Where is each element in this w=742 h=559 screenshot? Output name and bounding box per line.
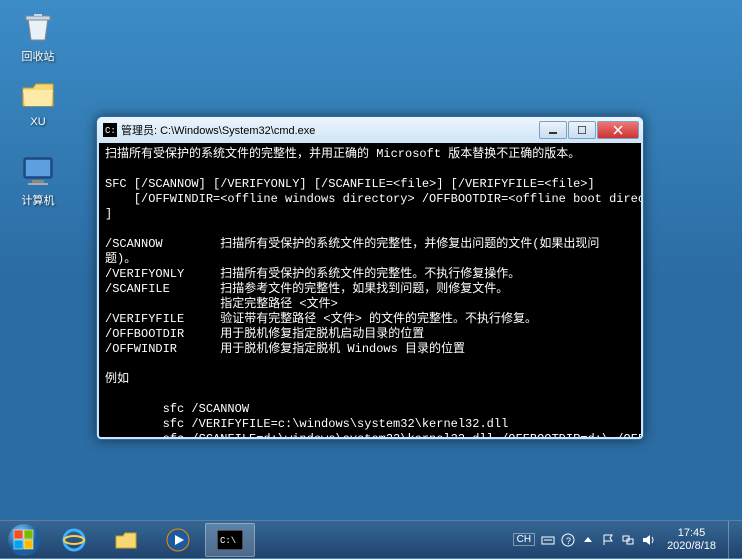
cmd-icon: C: <box>103 123 117 137</box>
media-player-icon <box>165 527 191 553</box>
tray-chevron-icon[interactable] <box>581 533 595 547</box>
taskbar-item-explorer[interactable] <box>101 523 151 557</box>
titlebar[interactable]: C: 管理员: C:\Windows\System32\cmd.exe <box>97 117 643 143</box>
close-button[interactable] <box>597 121 639 139</box>
speaker-icon[interactable] <box>641 533 655 547</box>
window-title: 管理员: C:\Windows\System32\cmd.exe <box>121 122 539 138</box>
svg-text:C:\: C:\ <box>220 536 236 546</box>
ime-indicator[interactable]: CH <box>513 533 535 546</box>
minimize-icon <box>549 126 557 134</box>
taskbar-item-cmd[interactable]: C:\ <box>205 523 255 557</box>
recycle-bin-icon <box>18 6 58 46</box>
desktop-icon-label: 计算机 <box>8 192 68 208</box>
minimize-button[interactable] <box>539 121 567 139</box>
ie-icon <box>61 527 87 553</box>
cmd-window: C: 管理员: C:\Windows\System32\cmd.exe 扫描所有… <box>96 116 644 440</box>
maximize-icon <box>578 126 586 134</box>
flag-icon[interactable] <box>601 533 615 547</box>
start-orb-icon <box>7 523 41 557</box>
maximize-button[interactable] <box>568 121 596 139</box>
clock[interactable]: 17:45 2020/8/18 <box>661 527 722 553</box>
desktop-icon-user-folder[interactable]: XU <box>8 74 68 128</box>
folder-icon <box>113 527 139 553</box>
keyboard-icon[interactable] <box>541 533 555 547</box>
console-output[interactable]: 扫描所有受保护的系统文件的完整性，并用正确的 Microsoft 版本替换不正确… <box>97 143 643 439</box>
system-tray: CH ? 17:45 2020/8/18 <box>509 521 742 559</box>
desktop-icon-recycle-bin[interactable]: 回收站 <box>8 6 68 64</box>
taskbar: C:\ CH ? 17:45 2020/8/18 <box>0 520 742 558</box>
desktop-icon-label: XU <box>8 116 68 128</box>
close-icon <box>613 125 623 135</box>
help-icon[interactable]: ? <box>561 533 575 547</box>
network-icon[interactable] <box>621 533 635 547</box>
folder-icon <box>18 74 58 114</box>
desktop-icon-computer[interactable]: 计算机 <box>8 150 68 208</box>
cmd-icon: C:\ <box>217 530 243 550</box>
taskbar-item-wmp[interactable] <box>153 523 203 557</box>
show-desktop-button[interactable] <box>728 521 738 559</box>
start-button[interactable] <box>0 521 48 559</box>
clock-time: 17:45 <box>667 527 716 540</box>
clock-date: 2020/8/18 <box>667 540 716 553</box>
computer-icon <box>18 150 58 190</box>
svg-text:C:: C: <box>105 126 116 136</box>
svg-text:?: ? <box>566 536 571 546</box>
taskbar-item-ie[interactable] <box>49 523 99 557</box>
desktop-icon-label: 回收站 <box>8 48 68 64</box>
